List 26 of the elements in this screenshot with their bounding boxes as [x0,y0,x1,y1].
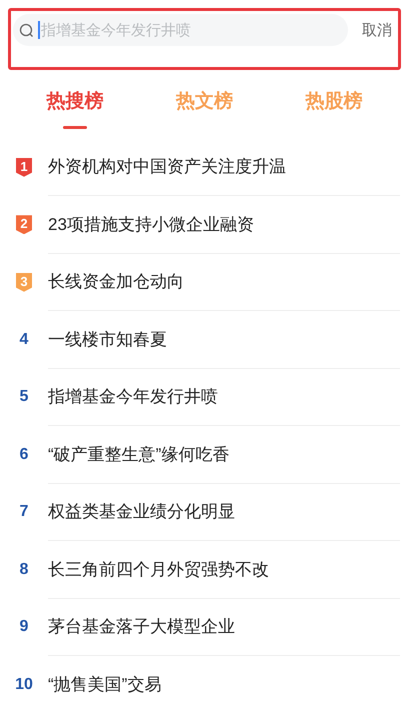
headline-link[interactable]: “破产重整生意”缘何吃香 [48,442,230,467]
rank-badge: 3 [16,272,32,292]
cancel-button[interactable]: 取消 [362,20,392,42]
headline-link[interactable]: 一线楼市知春夏 [48,326,167,352]
rank-badge: 1 [16,158,32,177]
rank-number: 4 [20,330,28,350]
search-field[interactable]: 指增基金今年发行井喷 [13,14,348,46]
headline-link[interactable]: 指增基金今年发行井喷 [48,384,218,410]
text-cursor [38,21,40,39]
rank-number: 9 [20,617,28,638]
rank-number: 8 [20,560,28,580]
rank-number: 5 [20,387,28,408]
headline-link[interactable]: 茅台基金落子大模型企业 [48,614,235,640]
headline-link[interactable]: 长线资金加仓动向 [48,269,184,294]
tab[interactable]: 热搜榜 [46,88,104,116]
rank-number: 6 [20,444,28,465]
headline-link[interactable]: 外资机构对中国资产关注度升温 [48,154,286,180]
headline-link[interactable]: 长三角前四个月外贸强势不改 [48,556,269,582]
headline-link[interactable]: 23项措施支持小微企业融资 [48,212,254,237]
search-icon [19,23,34,38]
rank-number: 7 [20,502,28,522]
rank-badge: 2 [16,215,32,234]
rank-number: 10 [15,674,33,695]
tab-underline [62,126,87,128]
headline-link[interactable]: “抛售美国”交易 [48,672,162,698]
headline-link[interactable]: 权益类基金业绩分化明显 [48,499,235,524]
